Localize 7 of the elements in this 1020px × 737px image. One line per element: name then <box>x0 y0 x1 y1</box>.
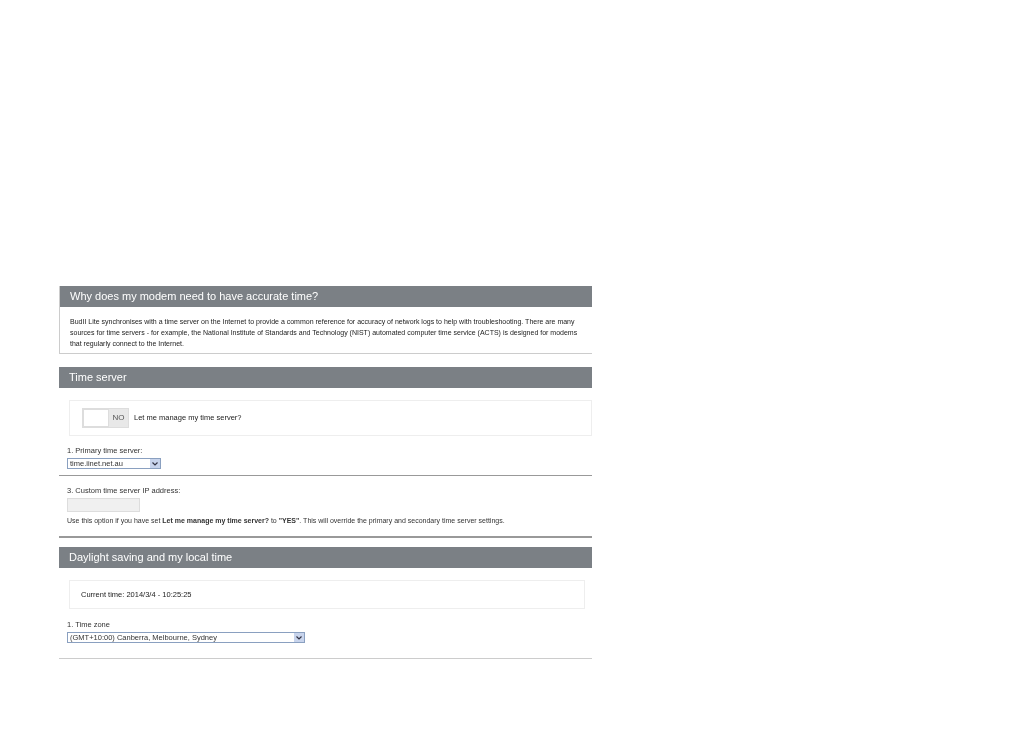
section-header: Why does my modem need to have accurate time? <box>60 286 592 307</box>
ip-address-field[interactable] <box>67 498 140 512</box>
toggle-switch[interactable]: NO <box>82 408 129 428</box>
section-header: Time server <box>59 367 592 388</box>
chevron-down-icon <box>294 633 304 642</box>
section-header: Daylight saving and my local time <box>59 547 592 568</box>
chevron-down-icon <box>150 459 160 468</box>
